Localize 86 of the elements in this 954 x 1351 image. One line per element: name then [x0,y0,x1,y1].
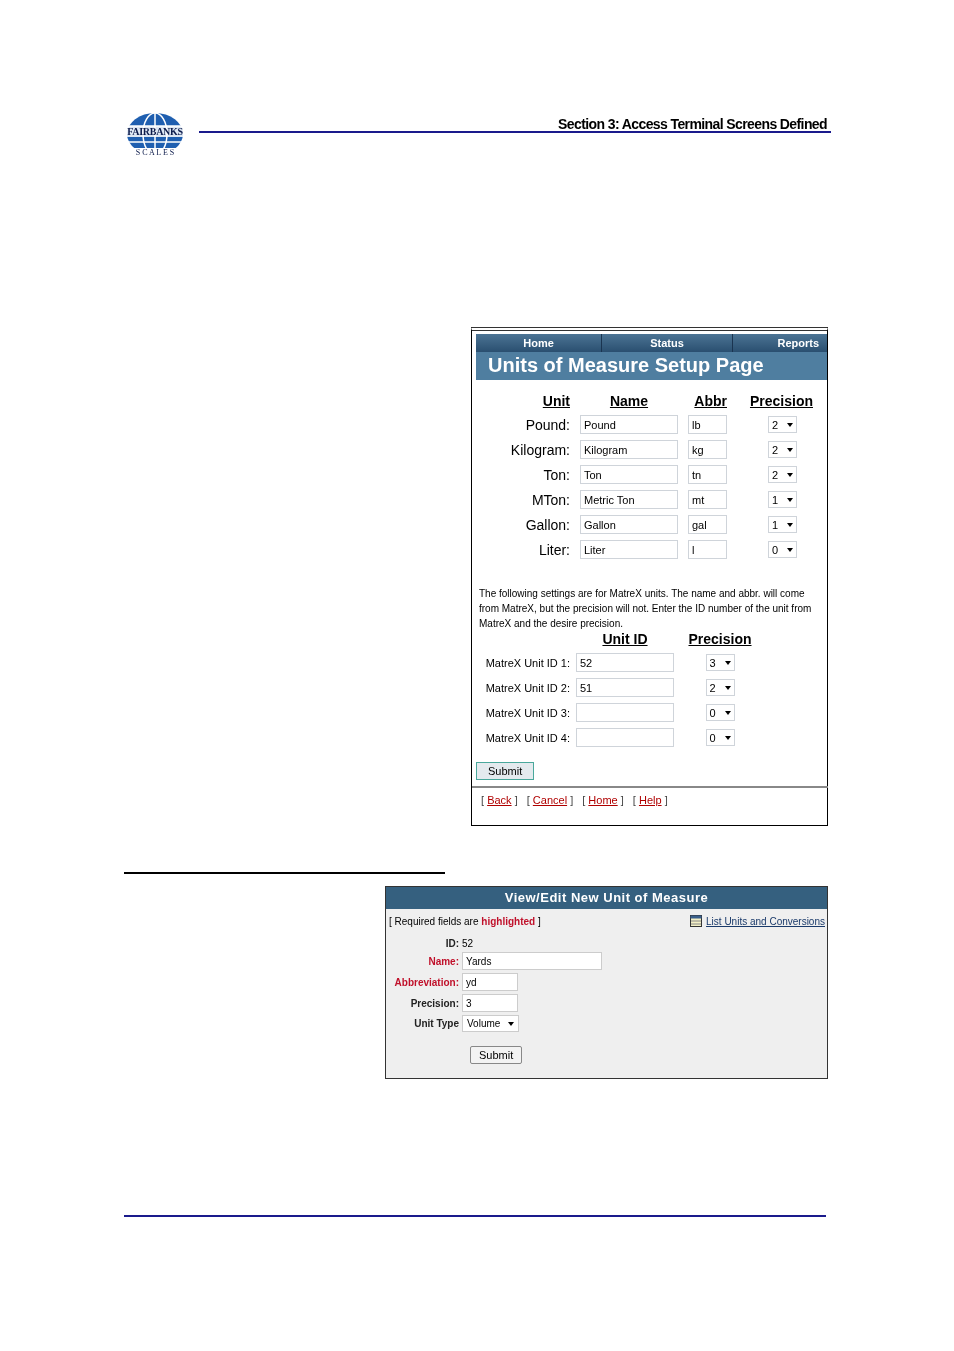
panel-title: View/Edit New Unit of Measure [386,887,827,909]
unit-label: MTon: [530,491,570,508]
unit-id-field[interactable]: 51 [576,678,674,697]
precision-select[interactable]: 1 [768,491,797,508]
bracket-text: [ [582,794,586,806]
field-label: Unit Type [414,1018,459,1029]
name-field[interactable]: Metric Ton [580,490,678,509]
id-value: 52 [462,938,474,949]
unit-id-field[interactable] [576,703,674,722]
list-icon [690,915,703,927]
precision-select[interactable]: 2 [768,441,797,458]
matrex-label: MatreX Unit ID 1: [484,656,570,669]
unit-id-field[interactable]: 52 [576,653,674,672]
unit-label: Gallon: [524,516,570,533]
precision-select[interactable]: 0 [705,704,735,721]
matrex-label: MatreX Unit ID 3: [484,706,570,719]
unit-label: Liter: [537,541,570,558]
bracket-text: ] [570,794,574,806]
nav-link[interactable]: Home [588,794,618,806]
caret-icon [724,710,731,715]
bracket-text: ] [620,794,624,806]
caret-icon [508,1021,515,1026]
abbr-field[interactable]: gal [688,515,727,534]
name-field[interactable]: Gallon [580,515,678,534]
required-note: [ Required fields are highlighted ] [389,915,541,927]
text-field[interactable]: 3 [462,994,518,1012]
field-label: Precision: [410,997,459,1009]
unit-label: Ton: [542,466,570,483]
bracket-text: ] [664,794,668,806]
caret-icon [787,422,793,427]
abbr-field[interactable]: lb [688,415,727,434]
column-header: Abbr [693,393,727,409]
name-field[interactable]: Liter [580,540,678,559]
column-header: Unit [541,393,570,409]
nav-link[interactable]: Cancel [532,794,568,806]
precision-select[interactable]: 0 [768,541,797,558]
precision-select[interactable]: 1 [768,516,797,533]
name-field[interactable]: Pound [580,415,678,434]
page-title: Units of Measure Setup Page [476,352,827,380]
precision-select[interactable]: 2 [768,466,797,483]
submit-button[interactable]: Submit [476,762,535,780]
column-header: Unit ID [601,631,649,647]
precision-select[interactable]: 2 [705,679,735,696]
caret-icon [787,472,793,477]
matrex-label: MatreX Unit ID 2: [484,681,570,694]
abbr-field[interactable]: kg [688,440,727,459]
caret-icon [724,685,731,690]
nav-link[interactable]: Back [487,794,512,806]
matrex-label: MatreX Unit ID 4: [484,731,570,744]
field-label: Abbreviation: [394,976,459,988]
precision-select[interactable]: 3 [705,654,735,671]
name-field[interactable]: Kilogram [580,440,678,459]
unit-label: Kilogram: [509,441,570,458]
caret-icon [724,735,731,740]
abbr-field[interactable]: mt [688,490,727,509]
abbr-field[interactable]: tn [688,465,727,484]
caret-icon [787,497,793,502]
precision-select[interactable]: 2 [768,416,797,433]
caret-icon [787,522,793,527]
caret-icon [787,547,793,552]
nav-link[interactable]: Help [638,794,662,806]
unit-type-select[interactable]: Volume [462,1015,520,1032]
unit-id-field[interactable] [576,728,674,747]
text-field[interactable]: yd [462,973,518,991]
caret-icon [724,660,731,665]
nav-link[interactable]: Reports [733,334,827,352]
name-field[interactable]: Ton [580,465,678,484]
logo-text: FAIRBANKS [125,126,185,137]
bracket-text: [ [526,794,530,806]
unit-label: Pound: [524,416,570,433]
field-label: Name: [428,955,459,967]
column-header: Name [608,393,650,409]
column-header: Precision [748,393,814,409]
bracket-text: ] [514,794,518,806]
bracket-text: [ [632,794,636,806]
section-title: Section 3: Access Terminal Screens Defined [558,116,828,132]
caret-icon [787,447,793,452]
field-label: ID: [445,938,459,949]
column-header: Precision [687,631,753,647]
abbr-field[interactable]: l [688,540,727,559]
list-units-link[interactable]: List Units and Conversions [706,915,825,927]
text-field[interactable]: Yards [462,952,602,970]
note-text: The following settings are for MatreX units. The name and abbr. will come from MatreX, but the precision will not. Enter the ID number of the unit from MatreX and the desire precision. [479,587,813,631]
bracket-text: [ [481,794,485,806]
precision-select[interactable]: 0 [705,729,735,746]
submit-button[interactable]: Submit [470,1046,523,1064]
